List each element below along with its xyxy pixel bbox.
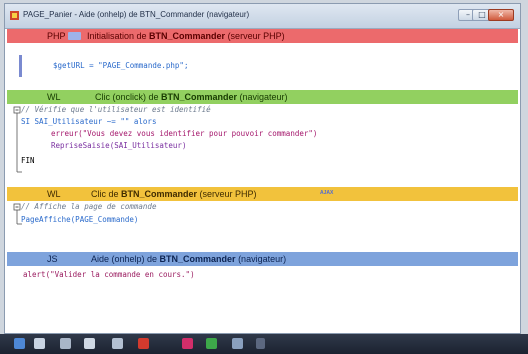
php-icon — [68, 32, 81, 40]
close-button[interactable]: × — [488, 9, 514, 21]
language-label: PHP — [47, 31, 66, 41]
code-line: PageAffiche(PAGE_Commande) — [21, 215, 139, 224]
code-comment: // Affiche la page de commande — [21, 202, 157, 211]
code-area[interactable]: // Affiche la page de commande PageAffic… — [7, 201, 518, 253]
language-label: WL — [47, 92, 61, 102]
event-section-wl-server: WL Clic de BTN_Commander (serveur PHP) A… — [7, 187, 518, 253]
window-title: PAGE_Panier - Aide (onhelp) de BTN_Comma… — [23, 10, 250, 19]
code-comment: // Vérifie que l'utilisateur est identif… — [21, 105, 211, 114]
tool-icon[interactable] — [60, 338, 71, 349]
event-label: Aide (onhelp) de BTN_Commander (navigate… — [91, 254, 287, 264]
event-section-wl-onclick: WL Clic (onclick) de BTN_Commander (navi… — [7, 90, 518, 188]
event-header[interactable]: PHP Initialisation de BTN_Commander (ser… — [7, 29, 518, 43]
language-label: WL — [47, 189, 61, 199]
event-header[interactable]: WL Clic (onclick) de BTN_Commander (navi… — [7, 90, 518, 104]
windev-icon[interactable] — [14, 338, 25, 349]
chart-icon[interactable] — [232, 338, 243, 349]
event-section-js-onhelp: JS Aide (onhelp) de BTN_Commander (navig… — [7, 252, 518, 333]
code-line: $getURL = "PAGE_Commande.php"; — [53, 61, 189, 70]
taskbar — [0, 334, 528, 354]
folder-icon[interactable] — [34, 338, 45, 349]
event-label: Initialisation de BTN_Commander (serveur… — [87, 31, 285, 41]
event-header[interactable]: WL Clic de BTN_Commander (serveur PHP) A… — [7, 187, 518, 201]
app-icon — [10, 11, 19, 20]
more-icon[interactable] — [256, 338, 265, 349]
ajax-badge[interactable]: AJAX — [320, 190, 333, 196]
code-line: erreur("Vous devez vous identifier pour … — [51, 129, 318, 138]
code-area[interactable]: // Vérifie que l'utilisateur est identif… — [7, 104, 518, 188]
code-area[interactable]: $getURL = "PAGE_Commande.php"; — [7, 43, 518, 91]
event-label: Clic de BTN_Commander (serveur PHP) — [91, 189, 257, 199]
event-label: Clic (onclick) de BTN_Commander (navigat… — [95, 92, 288, 102]
title-bar[interactable]: PAGE_Panier - Aide (onhelp) de BTN_Comma… — [5, 4, 520, 29]
green-app-icon[interactable] — [206, 338, 217, 349]
code-line: SI SAI_Utilisateur ~= "" alors — [21, 117, 157, 126]
code-line: alert("Valider la commande en cours.") — [23, 270, 195, 279]
language-label: JS — [47, 254, 58, 264]
event-section-php-init: PHP Initialisation de BTN_Commander (ser… — [7, 29, 518, 91]
code-gutter — [19, 55, 22, 77]
pink-app-icon[interactable] — [182, 338, 193, 349]
editor-window: PAGE_Panier - Aide (onhelp) de BTN_Comma… — [4, 3, 521, 334]
event-header[interactable]: JS Aide (onhelp) de BTN_Commander (navig… — [7, 252, 518, 266]
code-line: FIN — [21, 156, 35, 165]
code-area[interactable]: alert("Valider la commande en cours.") — [7, 266, 518, 333]
doc-icon[interactable] — [112, 338, 123, 349]
red-app-icon[interactable] — [138, 338, 149, 349]
gear-icon[interactable] — [84, 338, 95, 349]
code-line: RepriseSaisie(SAI_Utilisateur) — [51, 141, 187, 150]
